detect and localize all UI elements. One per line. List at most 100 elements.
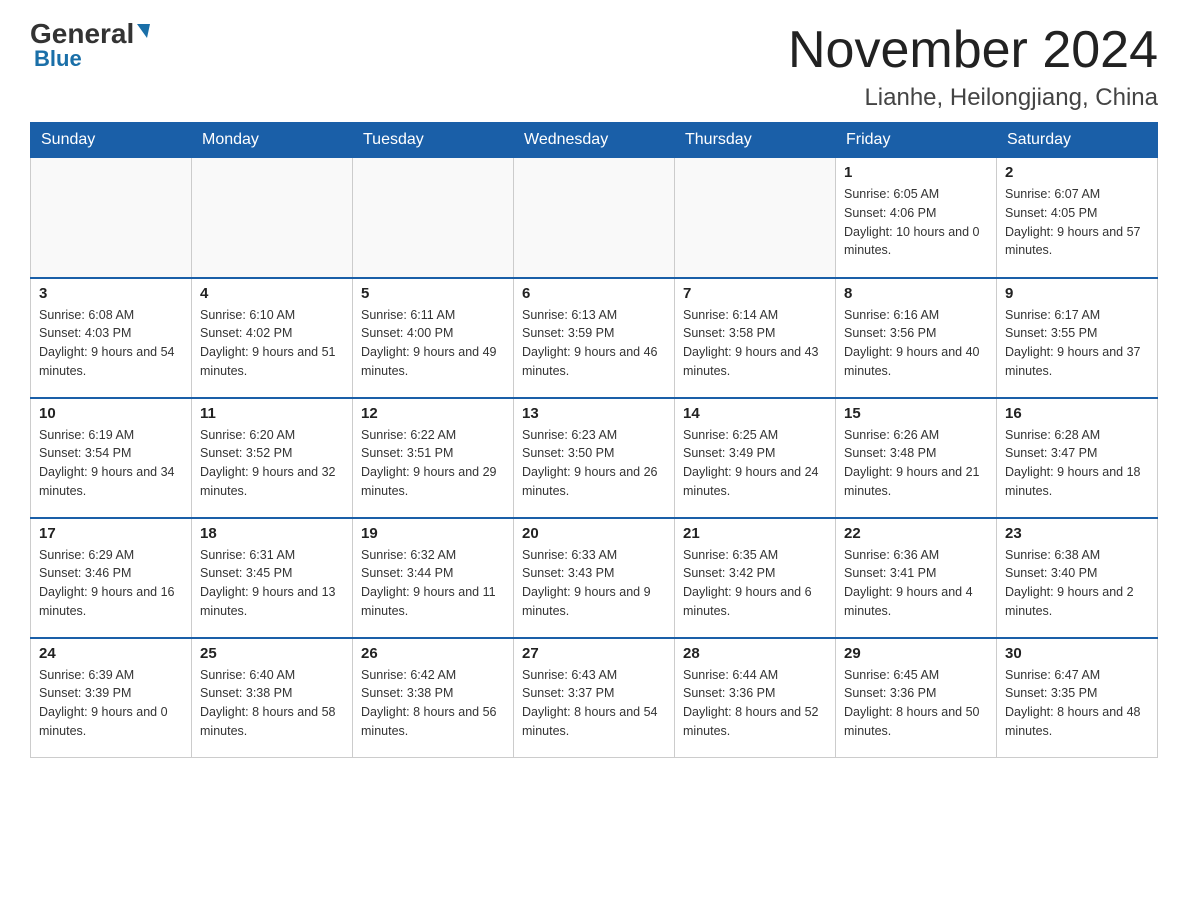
day-number: 10 (39, 405, 183, 422)
day-info: Sunrise: 6:25 AMSunset: 3:49 PMDaylight:… (683, 426, 827, 501)
day-number: 17 (39, 525, 183, 542)
day-info: Sunrise: 6:45 AMSunset: 3:36 PMDaylight:… (844, 666, 988, 741)
day-number: 26 (361, 645, 505, 662)
table-row: 13 Sunrise: 6:23 AMSunset: 3:50 PMDayligh… (514, 398, 675, 518)
day-info: Sunrise: 6:31 AMSunset: 3:45 PMDaylight:… (200, 546, 344, 621)
table-row: 27 Sunrise: 6:43 AMSunset: 3:37 PMDayligh… (514, 638, 675, 758)
logo-general: General (30, 20, 150, 48)
day-number: 21 (683, 525, 827, 542)
table-row: 10 Sunrise: 6:19 AMSunset: 3:54 PMDayligh… (31, 398, 192, 518)
day-info: Sunrise: 6:39 AMSunset: 3:39 PMDaylight:… (39, 666, 183, 741)
day-number: 2 (1005, 164, 1149, 181)
day-number: 12 (361, 405, 505, 422)
logo: General Blue (30, 20, 150, 72)
header-tuesday: Tuesday (353, 123, 514, 158)
day-info: Sunrise: 6:17 AMSunset: 3:55 PMDaylight:… (1005, 306, 1149, 381)
table-row: 15 Sunrise: 6:26 AMSunset: 3:48 PMDayligh… (836, 398, 997, 518)
day-number: 22 (844, 525, 988, 542)
table-row: 24 Sunrise: 6:39 AMSunset: 3:39 PMDayligh… (31, 638, 192, 758)
header-thursday: Thursday (675, 123, 836, 158)
day-number: 6 (522, 285, 666, 302)
table-row: 16 Sunrise: 6:28 AMSunset: 3:47 PMDayligh… (997, 398, 1158, 518)
day-number: 20 (522, 525, 666, 542)
day-info: Sunrise: 6:36 AMSunset: 3:41 PMDaylight:… (844, 546, 988, 621)
header-wednesday: Wednesday (514, 123, 675, 158)
day-info: Sunrise: 6:26 AMSunset: 3:48 PMDaylight:… (844, 426, 988, 501)
day-number: 15 (844, 405, 988, 422)
page-header: General Blue November 2024 Lianhe, Heilo… (30, 20, 1158, 112)
calendar-table: Sunday Monday Tuesday Wednesday Thursday… (30, 122, 1158, 758)
day-info: Sunrise: 6:13 AMSunset: 3:59 PMDaylight:… (522, 306, 666, 381)
table-row: 9 Sunrise: 6:17 AMSunset: 3:55 PMDaylight… (997, 278, 1158, 398)
table-row: 7Sunrise: 6:14 AMSunset: 3:58 PMDaylight… (675, 278, 836, 398)
week-row-1: 1 Sunrise: 6:05 AMSunset: 4:06 PMDaylight… (31, 158, 1158, 278)
day-number: 24 (39, 645, 183, 662)
day-info: Sunrise: 6:23 AMSunset: 3:50 PMDaylight:… (522, 426, 666, 501)
table-row: 23Sunrise: 6:38 AMSunset: 3:40 PMDayligh… (997, 518, 1158, 638)
day-info: Sunrise: 6:11 AMSunset: 4:00 PMDaylight:… (361, 306, 505, 381)
day-number: 1 (844, 164, 988, 181)
table-row: 6 Sunrise: 6:13 AMSunset: 3:59 PMDaylight… (514, 278, 675, 398)
table-row: 22 Sunrise: 6:36 AMSunset: 3:41 PMDayligh… (836, 518, 997, 638)
table-row (353, 158, 514, 278)
table-row (514, 158, 675, 278)
day-info: Sunrise: 6:05 AMSunset: 4:06 PMDaylight:… (844, 185, 988, 260)
week-row-2: 3 Sunrise: 6:08 AMSunset: 4:03 PMDaylight… (31, 278, 1158, 398)
day-info: Sunrise: 6:43 AMSunset: 3:37 PMDaylight:… (522, 666, 666, 741)
day-info: Sunrise: 6:29 AMSunset: 3:46 PMDaylight:… (39, 546, 183, 621)
table-row: 17 Sunrise: 6:29 AMSunset: 3:46 PMDayligh… (31, 518, 192, 638)
table-row: 14 Sunrise: 6:25 AMSunset: 3:49 PMDayligh… (675, 398, 836, 518)
table-row: 11 Sunrise: 6:20 AMSunset: 3:52 PMDayligh… (192, 398, 353, 518)
table-row: 21 Sunrise: 6:35 AMSunset: 3:42 PMDayligh… (675, 518, 836, 638)
day-number: 14 (683, 405, 827, 422)
table-row: 5 Sunrise: 6:11 AMSunset: 4:00 PMDaylight… (353, 278, 514, 398)
week-row-3: 10 Sunrise: 6:19 AMSunset: 3:54 PMDayligh… (31, 398, 1158, 518)
table-row: 4Sunrise: 6:10 AMSunset: 4:02 PMDaylight… (192, 278, 353, 398)
week-row-4: 17 Sunrise: 6:29 AMSunset: 3:46 PMDayligh… (31, 518, 1158, 638)
table-row: 18 Sunrise: 6:31 AMSunset: 3:45 PMDayligh… (192, 518, 353, 638)
table-row: 1 Sunrise: 6:05 AMSunset: 4:06 PMDaylight… (836, 158, 997, 278)
table-row (31, 158, 192, 278)
table-row: 30Sunrise: 6:47 AMSunset: 3:35 PMDayligh… (997, 638, 1158, 758)
calendar-title: November 2024 (788, 20, 1158, 80)
day-info: Sunrise: 6:16 AMSunset: 3:56 PMDaylight:… (844, 306, 988, 381)
table-row: 2Sunrise: 6:07 AMSunset: 4:05 PMDaylight… (997, 158, 1158, 278)
day-number: 25 (200, 645, 344, 662)
day-number: 18 (200, 525, 344, 542)
table-row: 12 Sunrise: 6:22 AMSunset: 3:51 PMDayligh… (353, 398, 514, 518)
table-row: 20 Sunrise: 6:33 AMSunset: 3:43 PMDayligh… (514, 518, 675, 638)
day-number: 27 (522, 645, 666, 662)
day-info: Sunrise: 6:40 AMSunset: 3:38 PMDaylight:… (200, 666, 344, 741)
day-number: 29 (844, 645, 988, 662)
week-row-5: 24 Sunrise: 6:39 AMSunset: 3:39 PMDayligh… (31, 638, 1158, 758)
day-info: Sunrise: 6:44 AMSunset: 3:36 PMDaylight:… (683, 666, 827, 741)
day-info: Sunrise: 6:08 AMSunset: 4:03 PMDaylight:… (39, 306, 183, 381)
day-info: Sunrise: 6:28 AMSunset: 3:47 PMDaylight:… (1005, 426, 1149, 501)
table-row: 28 Sunrise: 6:44 AMSunset: 3:36 PMDayligh… (675, 638, 836, 758)
title-block: November 2024 Lianhe, Heilongjiang, Chin… (788, 20, 1158, 112)
day-info: Sunrise: 6:42 AMSunset: 3:38 PMDaylight:… (361, 666, 505, 741)
logo-blue: Blue (30, 46, 82, 72)
day-info: Sunrise: 6:19 AMSunset: 3:54 PMDaylight:… (39, 426, 183, 501)
day-info: Sunrise: 6:32 AMSunset: 3:44 PMDaylight:… (361, 546, 505, 621)
table-row (675, 158, 836, 278)
day-number: 7 (683, 285, 827, 302)
table-row: 19Sunrise: 6:32 AMSunset: 3:44 PMDayligh… (353, 518, 514, 638)
table-row: 8Sunrise: 6:16 AMSunset: 3:56 PMDaylight… (836, 278, 997, 398)
table-row: 25 Sunrise: 6:40 AMSunset: 3:38 PMDayligh… (192, 638, 353, 758)
day-info: Sunrise: 6:33 AMSunset: 3:43 PMDaylight:… (522, 546, 666, 621)
day-number: 30 (1005, 645, 1149, 662)
day-number: 13 (522, 405, 666, 422)
header-friday: Friday (836, 123, 997, 158)
day-number: 5 (361, 285, 505, 302)
day-info: Sunrise: 6:20 AMSunset: 3:52 PMDaylight:… (200, 426, 344, 501)
day-number: 11 (200, 405, 344, 422)
day-number: 16 (1005, 405, 1149, 422)
day-number: 9 (1005, 285, 1149, 302)
day-number: 28 (683, 645, 827, 662)
day-number: 3 (39, 285, 183, 302)
day-info: Sunrise: 6:22 AMSunset: 3:51 PMDaylight:… (361, 426, 505, 501)
day-info: Sunrise: 6:35 AMSunset: 3:42 PMDaylight:… (683, 546, 827, 621)
table-row: 3 Sunrise: 6:08 AMSunset: 4:03 PMDaylight… (31, 278, 192, 398)
table-row (192, 158, 353, 278)
